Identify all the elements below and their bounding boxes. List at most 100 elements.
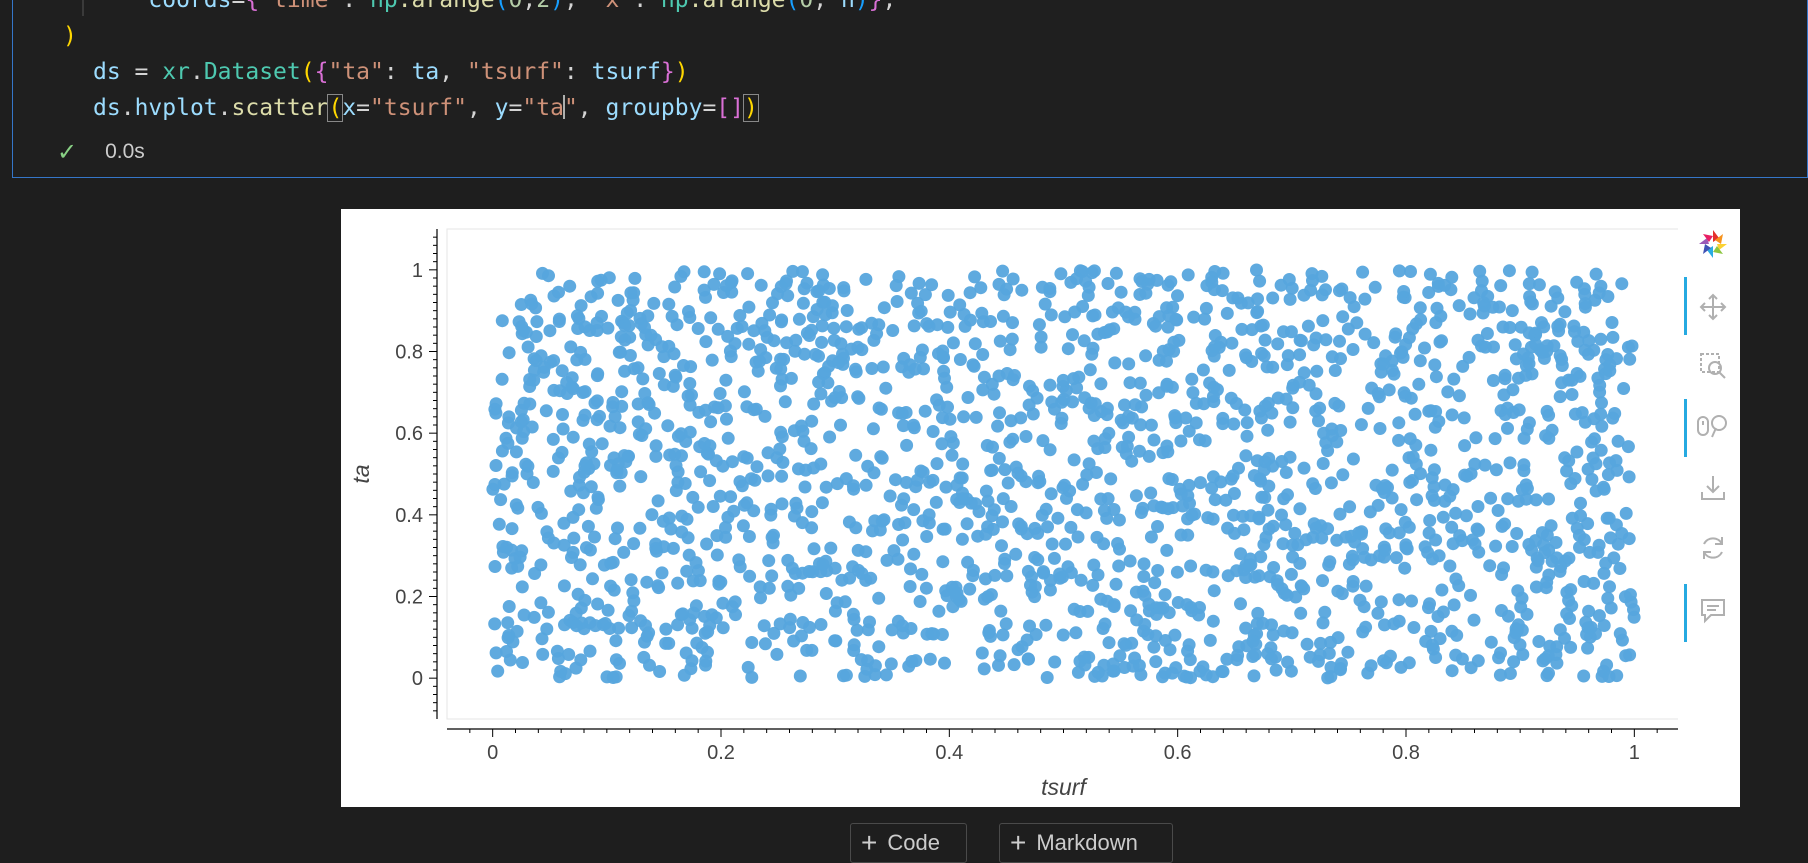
scatter-point [1108, 356, 1122, 370]
scatter-point [1346, 575, 1360, 588]
scatter-point [1597, 482, 1611, 496]
scatter-point [1562, 551, 1576, 565]
scatter-point [1322, 646, 1336, 660]
scatter-point [719, 521, 732, 534]
scatter-point [889, 279, 903, 293]
scatter-point [943, 305, 957, 319]
scatter-point [1331, 584, 1345, 598]
scatter-point [1582, 604, 1596, 618]
scatter-point [1262, 451, 1276, 465]
scatter-point [1276, 537, 1290, 551]
add-code-cell-button[interactable]: + Code [850, 823, 967, 863]
pan-icon[interactable] [1696, 290, 1730, 324]
scatter-point [1414, 313, 1428, 327]
scatter-point [706, 500, 720, 513]
scatter-point [925, 278, 939, 292]
scatter-point [915, 567, 929, 581]
scatter-point [771, 287, 784, 301]
scatter-point [1389, 327, 1403, 341]
scatter-point [982, 624, 996, 637]
scatter-point [1549, 536, 1563, 549]
scatter-point [651, 494, 665, 508]
scatter-point [953, 353, 967, 366]
scatter-point [1258, 333, 1272, 347]
scatter-point [1161, 445, 1175, 459]
scatter-point [744, 472, 758, 486]
scatter-point [488, 560, 502, 573]
scatter-point [1226, 469, 1240, 483]
reset-icon[interactable] [1696, 531, 1730, 565]
scatter-point [1091, 568, 1105, 582]
scatter-point [547, 536, 561, 550]
scatter-point [1346, 343, 1360, 356]
scatter-point [769, 361, 783, 375]
scatter-point [1237, 523, 1251, 537]
scatter-plot[interactable]: 0 0.2 0.4 0.6 0.8 1 0 0.2 0.4 0.6 0.8 1 tsurf ta [341, 209, 1678, 807]
scatter-point [1164, 275, 1178, 289]
scatter-point [491, 664, 505, 678]
scatter-point [712, 577, 726, 591]
scatter-point [1086, 341, 1100, 355]
scatter-point [730, 321, 744, 335]
box-zoom-icon[interactable] [1696, 349, 1730, 383]
scatter-point [1407, 621, 1421, 634]
scatter-point [1385, 364, 1399, 377]
scatter-point [1279, 518, 1293, 532]
scatter-point [1540, 404, 1554, 418]
scatter-point [1595, 419, 1609, 433]
scatter-point [846, 607, 860, 621]
scatter-point [1475, 284, 1488, 298]
scatter-point [886, 324, 900, 337]
scatter-point [929, 495, 943, 509]
scatter-point [1205, 481, 1219, 495]
add-markdown-cell-button[interactable]: + Markdown [999, 823, 1173, 863]
bokeh-plot-output[interactable]: 0 0.2 0.4 0.6 0.8 1 0 0.2 0.4 0.6 0.8 1 tsurf ta [341, 209, 1740, 807]
bokeh-logo-icon[interactable] [1696, 227, 1730, 261]
scatter-point [1071, 530, 1085, 544]
scatter-point [926, 425, 940, 438]
save-icon[interactable] [1696, 471, 1730, 505]
wheel-zoom-icon[interactable] [1696, 409, 1730, 443]
scatter-point [1269, 663, 1283, 677]
scatter-point [1431, 610, 1445, 623]
scatter-point [1196, 363, 1210, 377]
scatter-point [501, 416, 515, 430]
scatter-point [754, 278, 768, 292]
scatter-point [624, 304, 638, 317]
scatter-point [1067, 453, 1081, 467]
scatter-point [1193, 601, 1206, 614]
scatter-point [1109, 266, 1123, 280]
scatter-point [1088, 308, 1102, 322]
active-tool-indicator [1684, 277, 1687, 335]
scatter-point [1498, 517, 1512, 531]
scatter-point [1577, 575, 1591, 588]
scatter-point [874, 402, 888, 416]
scatter-point [1537, 320, 1551, 334]
scatter-point [975, 646, 989, 660]
hover-icon[interactable] [1696, 593, 1730, 627]
scatter-point [720, 412, 733, 426]
scatter-point [1622, 470, 1636, 484]
scatter-point [1031, 553, 1045, 567]
code-cell[interactable]: coords={"time": np.arange(0,2), "x": np.… [12, 0, 1808, 178]
scatter-point [1220, 652, 1234, 666]
scatter-point [668, 368, 682, 382]
scatter-point [1187, 310, 1201, 324]
scatter-point [793, 669, 807, 683]
scatter-point [1378, 618, 1391, 632]
scatter-point [1284, 325, 1298, 339]
scatter-point [1119, 305, 1133, 319]
scatter-point [1410, 493, 1424, 507]
scatter-point [1336, 310, 1350, 324]
scatter-point [1248, 648, 1262, 661]
scatter-point [1039, 502, 1053, 516]
scatter-point [574, 601, 588, 615]
scatter-point [1374, 595, 1388, 609]
scatter-point [742, 337, 756, 351]
x-tick-label: 0.4 [935, 742, 963, 764]
scatter-point [1604, 531, 1617, 545]
scatter-point [1627, 610, 1641, 624]
scatter-point [588, 530, 601, 544]
scatter-point [617, 545, 631, 559]
scatter-point [1147, 640, 1161, 654]
